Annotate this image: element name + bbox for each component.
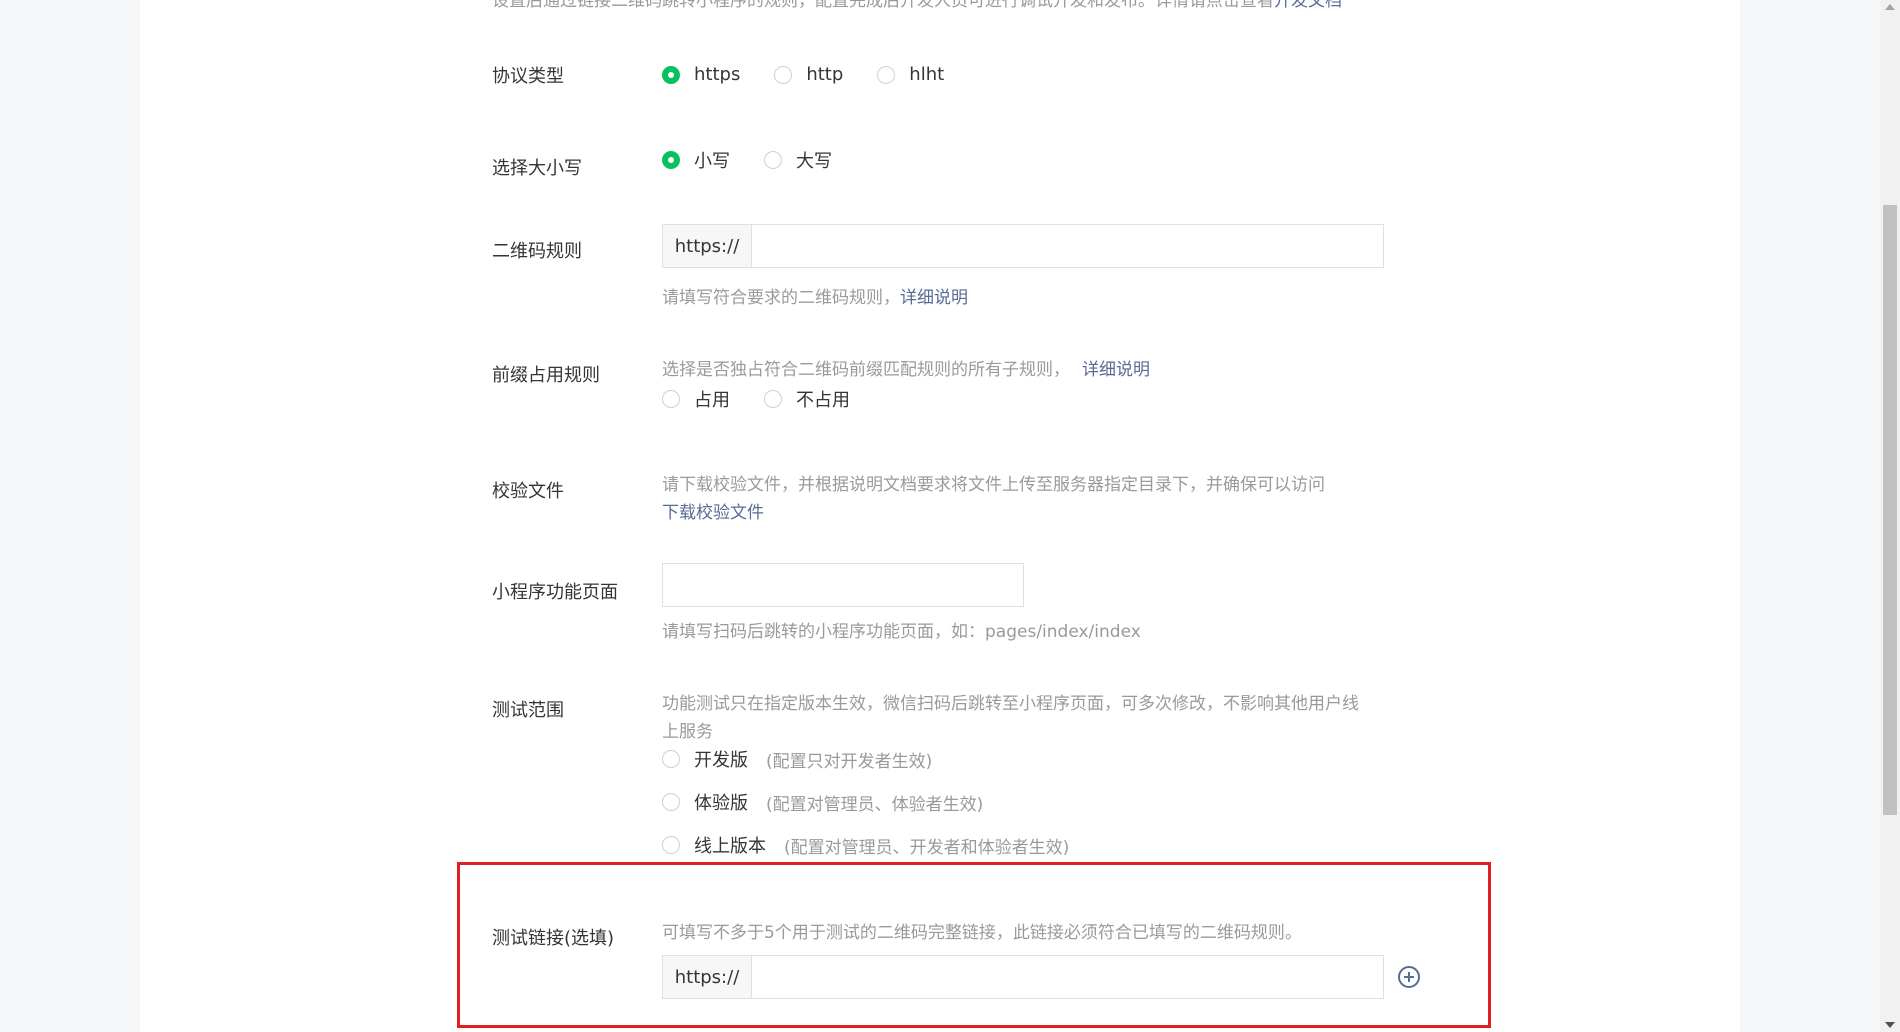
page-path-input[interactable] [663,564,1023,606]
vertical-scrollbar[interactable] [1880,0,1900,1032]
verify-file-label: 校验文件 [492,481,564,502]
radio-unchecked-icon [764,151,782,169]
radio-label: http [806,64,844,85]
prefix-rule-detail-link[interactable]: 详细说明 [1082,360,1150,380]
intro-text: 设置后通过链接二维码跳转小程序的规则，配置完成后开发人员可进行调试开发和发布。详… [492,0,1342,11]
test-link-label: 测试链接(选填) [492,928,615,949]
scroll-thumb[interactable] [1883,205,1897,815]
test-scope-hint-line1: 功能测试只在指定版本生效，微信扫码后跳转至小程序页面，可多次修改，不影响其他用户… [662,694,1359,714]
radio-sub-label: (配置只对开发者生效) [766,751,933,772]
radio-unchecked-icon [662,793,680,811]
radio-label: 占用 [694,390,730,411]
test-scope-label: 测试范围 [492,700,564,721]
verify-file-hint: 请下载校验文件，并根据说明文档要求将文件上传至服务器指定目录下，并确保可以访问 [662,475,1325,495]
qr-rule-hint-text: 请填写符合要求的二维码规则， [662,288,900,308]
prefix-not-occupy-radio[interactable]: 不占用 [764,386,850,412]
radio-sub-label: (配置对管理员、体验者生效) [766,794,984,815]
test-link-field: https:// [662,955,1384,999]
qr-rule-label: 二维码规则 [492,241,582,262]
prefix-rule-label: 前缀占用规则 [492,365,600,386]
radio-label: 小写 [694,151,730,172]
radio-unchecked-icon [774,65,793,84]
radio-label: https [694,64,741,85]
radio-unchecked-icon [662,750,680,768]
radio-label: hlht [909,64,945,85]
download-verify-file-link[interactable]: 下载校验文件 [662,498,764,523]
qr-rule-field: https:// [662,224,1384,268]
qr-rule-prefix: https:// [663,225,752,267]
intro-text-body: 设置后通过链接二维码跳转小程序的规则，配置完成后开发人员可进行调试开发和发布。详… [492,0,1274,11]
protocol-https-radio[interactable]: https [662,64,740,85]
form-panel [140,0,1740,1032]
case-lower-radio[interactable]: 小写 [662,147,730,173]
qr-rule-input[interactable] [752,225,1383,267]
page-path-label: 小程序功能页面 [492,582,618,603]
radio-sub-label: (配置对管理员、开发者和体验者生效) [784,837,1070,858]
protocol-hlht-radio[interactable]: hlht [877,64,944,85]
scroll-down-arrow-icon[interactable] [1885,1022,1895,1028]
scope-dev-radio[interactable]: 开发版 (配置只对开发者生效) [662,748,1069,772]
prefix-rule-hint: 选择是否独占符合二维码前缀匹配规则的所有子规则， 详细说明 [662,355,1150,380]
scroll-up-arrow-icon[interactable] [1885,4,1895,10]
page-path-hint: 请填写扫码后跳转的小程序功能页面，如：pages/index/index [662,622,1141,642]
radio-label: 大写 [796,151,832,172]
test-scope-radio-list: 开发版 (配置只对开发者生效) 体验版 (配置对管理员、体验者生效) 线上版本 … [662,748,1103,858]
radio-unchecked-icon [662,390,680,408]
add-test-link-plus-icon[interactable] [1398,966,1420,988]
test-link-prefix[interactable]: https:// [663,956,752,998]
test-link-input-group: https:// [662,955,1384,999]
scope-online-radio[interactable]: 线上版本 (配置对管理员、开发者和体验者生效) [662,834,1070,858]
protocol-radio-group: https http hlht [662,64,978,85]
test-link-input[interactable] [752,956,1383,998]
protocol-label: 协议类型 [492,66,564,87]
case-radio-group: 小写 大写 [662,147,866,173]
case-label: 选择大小写 [492,158,582,179]
radio-unchecked-icon [877,65,896,84]
radio-label: 开发版 [694,750,748,771]
radio-unchecked-icon [662,836,680,854]
protocol-http-radio[interactable]: http [774,64,843,85]
scope-trial-radio[interactable]: 体验版 (配置对管理员、体验者生效) [662,791,1069,815]
case-upper-radio[interactable]: 大写 [764,147,832,173]
radio-unchecked-icon [764,390,782,408]
prefix-rule-hint-text: 选择是否独占符合二维码前缀匹配规则的所有子规则， [662,360,1070,380]
prefix-occupy-radio[interactable]: 占用 [662,386,730,412]
prefix-rule-radio-group: 占用 不占用 [662,386,884,412]
radio-label: 体验版 [694,793,748,814]
radio-checked-icon [662,65,680,84]
radio-label: 线上版本 [694,836,766,857]
qr-rule-detail-link[interactable]: 详细说明 [900,288,968,308]
page-path-input-box [662,563,1024,607]
qr-rule-hint: 请填写符合要求的二维码规则，详细说明 [662,283,968,308]
qr-rule-input-group: https:// [662,224,1384,268]
radio-checked-icon [662,151,680,169]
dev-doc-link[interactable]: 开发文档 [1274,0,1342,11]
test-scope-hint-line2: 上服务 [662,722,713,742]
test-link-hint: 可填写不多于5个用于测试的二维码完整链接，此链接必须符合已填写的二维码规则。 [662,923,1302,943]
radio-label: 不占用 [796,390,850,411]
page-path-field [662,563,1024,607]
